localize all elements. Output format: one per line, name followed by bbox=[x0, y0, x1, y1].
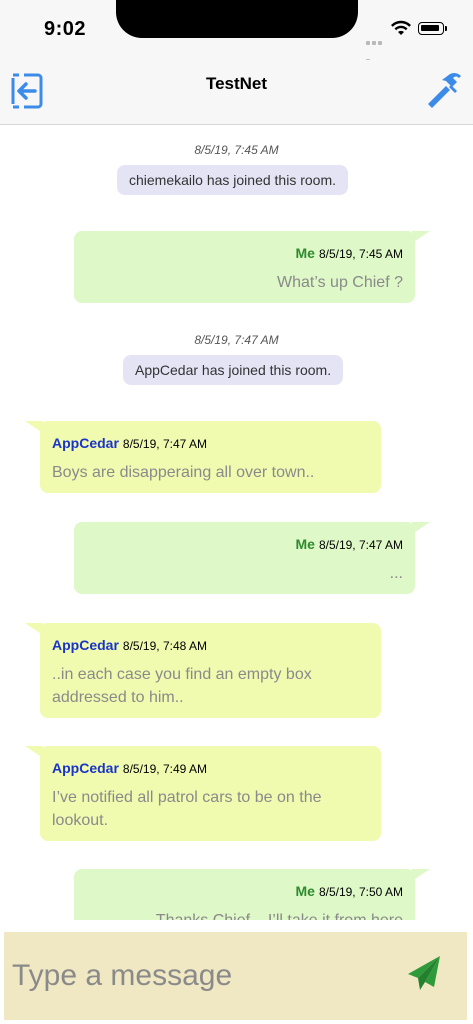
message-time: 8/5/19, 7:50 AM bbox=[318, 885, 403, 899]
message-header: AppCedar 8/5/19, 7:49 AM bbox=[52, 760, 207, 776]
message-text: Thanks Chief... I’ll take it from here bbox=[156, 909, 403, 920]
message-time: 8/5/19, 7:47 AM bbox=[122, 437, 207, 451]
message-composer bbox=[4, 932, 467, 1020]
bubble-tail bbox=[25, 623, 43, 635]
cellular-signal-icon bbox=[366, 32, 388, 63]
sender-name: Me bbox=[295, 883, 315, 899]
message-header: Me 8/5/19, 7:45 AM bbox=[295, 245, 403, 261]
message-bubble-outgoing[interactable]: Me 8/5/19, 7:47 AM ... bbox=[74, 522, 415, 594]
message-list[interactable]: 8/5/19, 7:45 AM chiemekailo has joined t… bbox=[0, 125, 473, 920]
message-text: Boys are disapperaing all over town.. bbox=[52, 464, 315, 481]
notch bbox=[116, 0, 358, 38]
send-icon[interactable] bbox=[406, 954, 442, 994]
message-bubble-outgoing[interactable]: Me8/5/19, 7:50 AM Thanks Chief... I’ll t… bbox=[74, 869, 415, 920]
sender-name: Me bbox=[295, 536, 315, 552]
system-message: chiemekailo has joined this room. bbox=[117, 165, 348, 195]
message-text: ... bbox=[389, 565, 403, 582]
message-text: ..in each case you find an empty box add… bbox=[52, 666, 312, 706]
message-time: 8/5/19, 7:49 AM bbox=[122, 762, 207, 776]
sender-name: Me bbox=[295, 245, 315, 261]
hammer-icon[interactable] bbox=[424, 70, 464, 110]
message-bubble-outgoing[interactable]: Me 8/5/19, 7:45 AM What’s up Chief ? bbox=[74, 231, 415, 303]
battery-icon bbox=[418, 22, 447, 35]
message-time: 8/5/19, 7:48 AM bbox=[122, 639, 207, 653]
message-text: What’s up Chief ? bbox=[277, 274, 403, 291]
status-time: 9:02 bbox=[44, 18, 87, 40]
message-header: AppCedar 8/5/19, 7:47 AM bbox=[52, 435, 207, 451]
message-bubble-incoming[interactable]: AppCedar 8/5/19, 7:48 AM ..in each case y… bbox=[40, 623, 381, 718]
system-message: AppCedar has joined this room. bbox=[123, 355, 344, 385]
system-timestamp: 8/5/19, 7:45 AM bbox=[194, 143, 279, 157]
message-header: Me 8/5/19, 7:50 AM bbox=[295, 883, 403, 899]
bubble-tail bbox=[25, 746, 43, 758]
sender-name: AppCedar bbox=[52, 760, 119, 776]
status-bar: 9:02 bbox=[0, 0, 473, 63]
message-text: I’ve notified all patrol cars to be on t… bbox=[52, 789, 322, 829]
chat-screen: 9:02 TestNet 8/5/19, 7:45 AM chiemekailo… bbox=[0, 0, 473, 1024]
message-input[interactable] bbox=[10, 950, 394, 1002]
message-bubble-incoming[interactable]: AppCedar 8/5/19, 7:49 AM I’ve notified al… bbox=[40, 746, 381, 841]
message-time: 8/5/19, 7:47 AM bbox=[318, 538, 403, 552]
navigation-bar: TestNet bbox=[0, 60, 473, 125]
sender-name: AppCedar bbox=[52, 435, 119, 451]
message-bubble-incoming[interactable]: AppCedar 8/5/19, 7:47 AM Boys are disappe… bbox=[40, 421, 381, 493]
wifi-icon bbox=[391, 20, 411, 35]
message-header: AppCedar 8/5/19, 7:48 AM bbox=[52, 637, 207, 653]
message-header: Me 8/5/19, 7:47 AM bbox=[295, 536, 403, 552]
bubble-tail bbox=[412, 869, 430, 881]
system-timestamp: 8/5/19, 7:47 AM bbox=[194, 333, 279, 347]
page-title: TestNet bbox=[205, 74, 268, 93]
bubble-tail bbox=[412, 231, 430, 243]
bubble-tail bbox=[412, 522, 430, 534]
sender-name: AppCedar bbox=[52, 637, 119, 653]
message-time: 8/5/19, 7:45 AM bbox=[318, 247, 403, 261]
bubble-tail bbox=[25, 421, 43, 433]
